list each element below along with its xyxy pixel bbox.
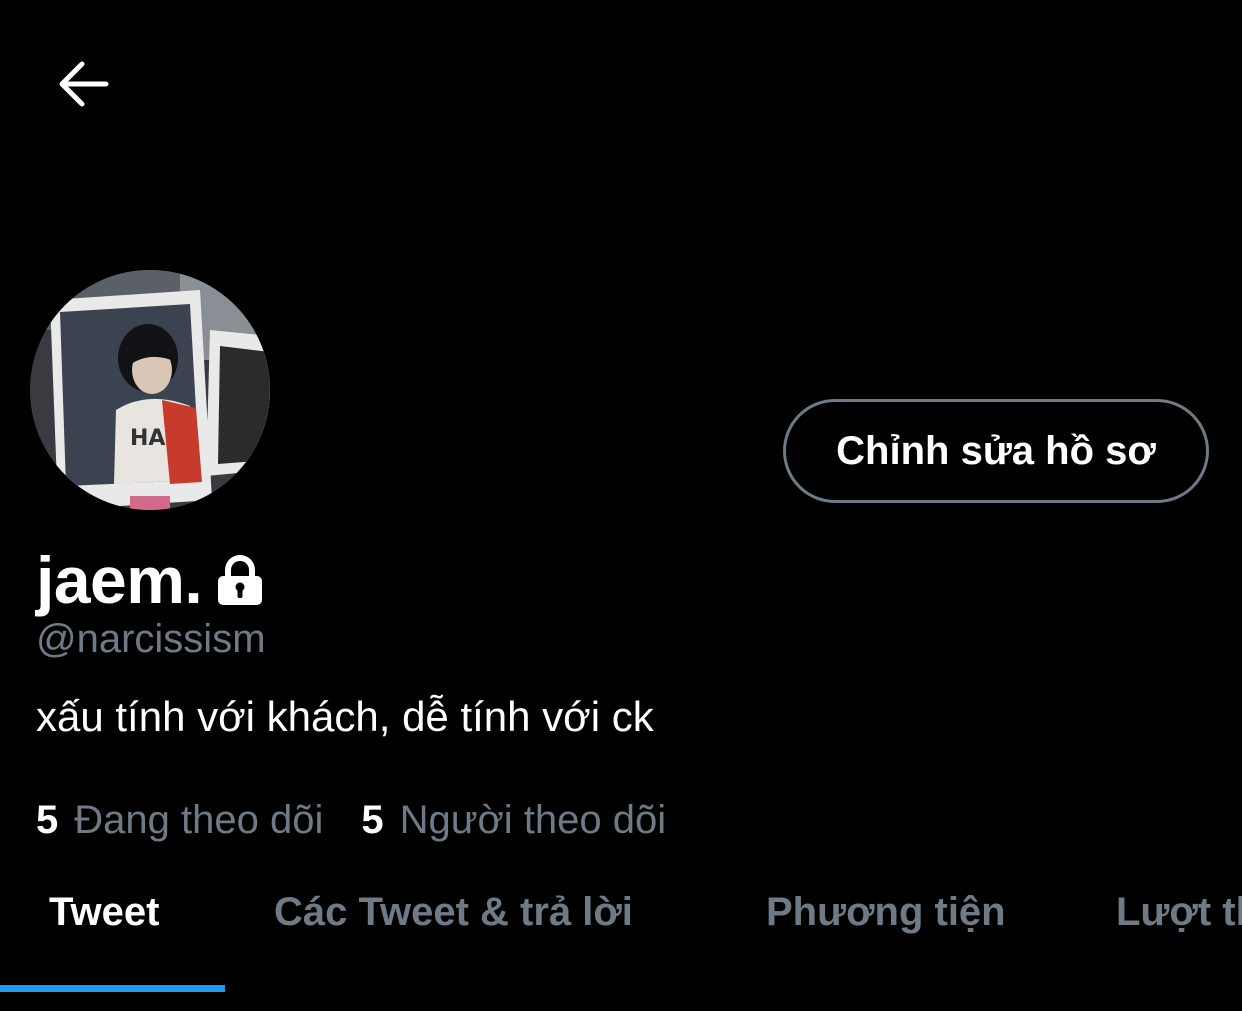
edit-profile-button[interactable]: Chỉnh sửa hồ sơ <box>783 399 1209 503</box>
tab-media[interactable]: Phương tiện <box>766 890 1006 935</box>
profile-handle: @narcissism <box>36 617 266 661</box>
following-label: Đang theo dõi <box>74 798 324 842</box>
avatar-photo: HA <box>30 270 270 510</box>
tab-likes[interactable]: Lượt thích <box>1116 890 1242 935</box>
profile-bio: xấu tính với khách, dễ tính với ck <box>36 693 654 740</box>
display-name: jaem. <box>36 543 203 617</box>
svg-text:HA: HA <box>130 426 165 451</box>
following-count: 5 <box>36 798 59 842</box>
following-stat[interactable]: 5 Đang theo dõi <box>36 798 323 843</box>
arrow-left-icon <box>59 61 109 107</box>
followers-stat[interactable]: 5 Người theo dõi <box>361 798 666 843</box>
display-name-row: jaem. <box>36 540 264 620</box>
tab-tweets-and-replies[interactable]: Các Tweet & trả lời <box>274 890 633 935</box>
followers-count: 5 <box>361 798 384 842</box>
followers-label: Người theo dõi <box>399 798 667 842</box>
active-tab-indicator <box>0 985 225 992</box>
follow-stats: 5 Đang theo dõi 5 Người theo dõi <box>36 798 666 843</box>
avatar[interactable]: HA <box>30 270 270 510</box>
back-button[interactable] <box>44 44 124 124</box>
tab-tweets[interactable]: Tweet <box>49 890 159 935</box>
profile-tabs: Tweet Các Tweet & trả lời Phương tiện Lư… <box>0 860 1242 1011</box>
lock-icon <box>216 555 264 605</box>
